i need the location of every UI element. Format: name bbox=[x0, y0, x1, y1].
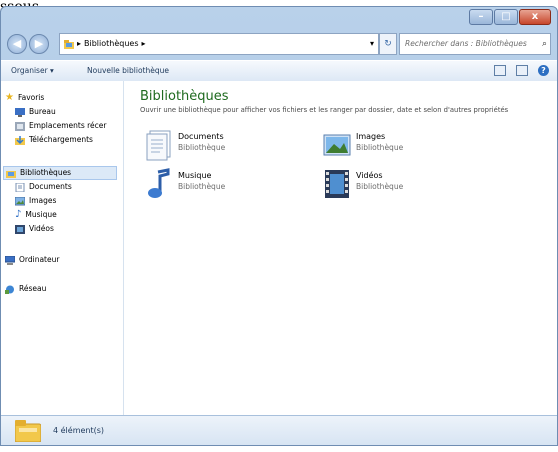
sidebar-item-favoris[interactable]: ★ Favoris bbox=[5, 91, 44, 105]
breadcrumb-separator: ▸ bbox=[77, 39, 82, 48]
library-type: Bibliothèque bbox=[178, 143, 226, 152]
sidebar-item-emplacements[interactable]: Emplacements récer bbox=[15, 119, 106, 133]
images-library-icon bbox=[323, 134, 351, 156]
forward-button[interactable]: ▶ bbox=[29, 34, 49, 54]
sidebar-item-label: Téléchargements bbox=[29, 135, 93, 144]
music-library-icon bbox=[148, 168, 170, 198]
main-content: Bibliothèques Ouvrir une bibliothèque po… bbox=[124, 81, 557, 415]
network-icon bbox=[5, 285, 14, 294]
library-folder-icon bbox=[15, 420, 41, 442]
sidebar-item-label: Documents bbox=[29, 182, 72, 191]
sidebar-item-label: Bibliothèques bbox=[20, 168, 72, 177]
view-controls: ? bbox=[494, 65, 549, 76]
downloads-icon bbox=[15, 135, 25, 145]
sidebar-item-label: Réseau bbox=[19, 284, 47, 293]
sidebar-item-images[interactable]: Images bbox=[15, 194, 56, 208]
page-description: Ouvrir une bibliothèque pour afficher vo… bbox=[140, 106, 509, 114]
organize-button[interactable]: Organiser ▾ bbox=[11, 61, 54, 81]
sidebar-item-label: Emplacements récer bbox=[29, 121, 107, 130]
library-icon bbox=[6, 170, 16, 178]
address-dropdown-icon[interactable]: ▾ bbox=[370, 34, 374, 54]
window-controls: – □ x bbox=[469, 9, 551, 25]
breadcrumb[interactable]: ▸ Bibliothèques ▸ ▾ bbox=[59, 33, 379, 55]
address-bar-row: ◀ ▶ ▸ Bibliothèques ▸ ▾ ↻ Rechercher dan… bbox=[7, 33, 551, 55]
computer-icon bbox=[5, 255, 15, 265]
sidebar-item-bureau[interactable]: Bureau bbox=[15, 105, 56, 119]
sidebar-item-label: Ordinateur bbox=[19, 255, 60, 264]
sidebar-item-label: Vidéos bbox=[29, 224, 54, 233]
library-name: Vidéos bbox=[356, 171, 383, 180]
library-folder-icon bbox=[64, 39, 74, 49]
back-button[interactable]: ◀ bbox=[7, 34, 27, 54]
navigation-pane: ★ Favoris Bureau Emplacements récer Télé… bbox=[1, 81, 124, 415]
sidebar-item-bibliotheques[interactable]: Bibliothèques bbox=[3, 166, 117, 180]
sidebar-item-ordinateur[interactable]: Ordinateur bbox=[5, 253, 59, 267]
page-title: Bibliothèques bbox=[140, 89, 229, 104]
sidebar-item-label: Images bbox=[29, 196, 57, 205]
command-bar: Organiser ▾ Nouvelle bibliothèque ? bbox=[1, 60, 557, 82]
refresh-button[interactable]: ↻ bbox=[379, 33, 397, 55]
sidebar-item-label: Bureau bbox=[29, 107, 56, 116]
library-type: Bibliothèque bbox=[356, 143, 404, 152]
sidebar-item-documents[interactable]: Documents bbox=[15, 180, 72, 194]
preview-pane-icon[interactable] bbox=[516, 65, 528, 76]
images-icon bbox=[15, 196, 25, 205]
breadcrumb-item-bibliotheques[interactable]: Bibliothèques bbox=[84, 34, 139, 54]
library-tile-videos[interactable]: Vidéos Bibliothèque bbox=[322, 168, 492, 202]
explorer-window: – □ x ◀ ▶ ▸ Bibliothèques ▸ ▾ ↻ Recherch… bbox=[0, 6, 558, 446]
search-placeholder: Rechercher dans : Bibliothèques bbox=[405, 39, 527, 48]
documents-icon bbox=[15, 182, 25, 192]
videos-library-icon bbox=[325, 170, 349, 198]
help-icon[interactable]: ? bbox=[538, 65, 549, 76]
breadcrumb-separator: ▸ bbox=[141, 39, 146, 48]
item-count: 4 élément(s) bbox=[53, 426, 105, 435]
sidebar-item-musique[interactable]: ♪ Musique bbox=[15, 208, 57, 222]
library-name: Musique bbox=[178, 171, 212, 180]
search-input[interactable]: Rechercher dans : Bibliothèques ⌕ bbox=[399, 33, 551, 55]
sidebar-item-label: Favoris bbox=[17, 93, 45, 102]
library-name: Documents bbox=[178, 132, 224, 141]
library-tile-musique[interactable]: Musique Bibliothèque bbox=[144, 168, 314, 202]
library-type: Bibliothèque bbox=[356, 182, 404, 191]
library-tile-documents[interactable]: Documents Bibliothèque bbox=[144, 129, 314, 163]
new-library-button[interactable]: Nouvelle bibliothèque bbox=[87, 61, 169, 81]
library-name: Images bbox=[356, 132, 386, 141]
sidebar-item-videos[interactable]: Vidéos bbox=[15, 222, 54, 236]
recent-places-icon bbox=[15, 121, 25, 131]
minimize-button[interactable]: – bbox=[469, 9, 493, 25]
maximize-button[interactable]: □ bbox=[494, 9, 518, 25]
sidebar-item-telechargements[interactable]: Téléchargements bbox=[15, 133, 93, 147]
videos-icon bbox=[15, 224, 25, 234]
search-icon: ⌕ bbox=[541, 39, 547, 49]
library-tile-images[interactable]: Images Bibliothèque bbox=[322, 129, 492, 163]
library-type: Bibliothèque bbox=[178, 182, 226, 191]
status-bar: 4 élément(s) bbox=[1, 415, 557, 445]
close-button[interactable]: x bbox=[519, 9, 551, 25]
view-options-icon[interactable] bbox=[494, 65, 506, 76]
music-note-icon: ♪ bbox=[15, 209, 22, 220]
desktop-icon bbox=[15, 107, 25, 117]
sidebar-item-label: Musique bbox=[25, 210, 57, 219]
documents-library-icon bbox=[146, 130, 171, 161]
star-icon: ★ bbox=[5, 92, 14, 103]
sidebar-item-reseau[interactable]: Réseau bbox=[5, 282, 46, 296]
